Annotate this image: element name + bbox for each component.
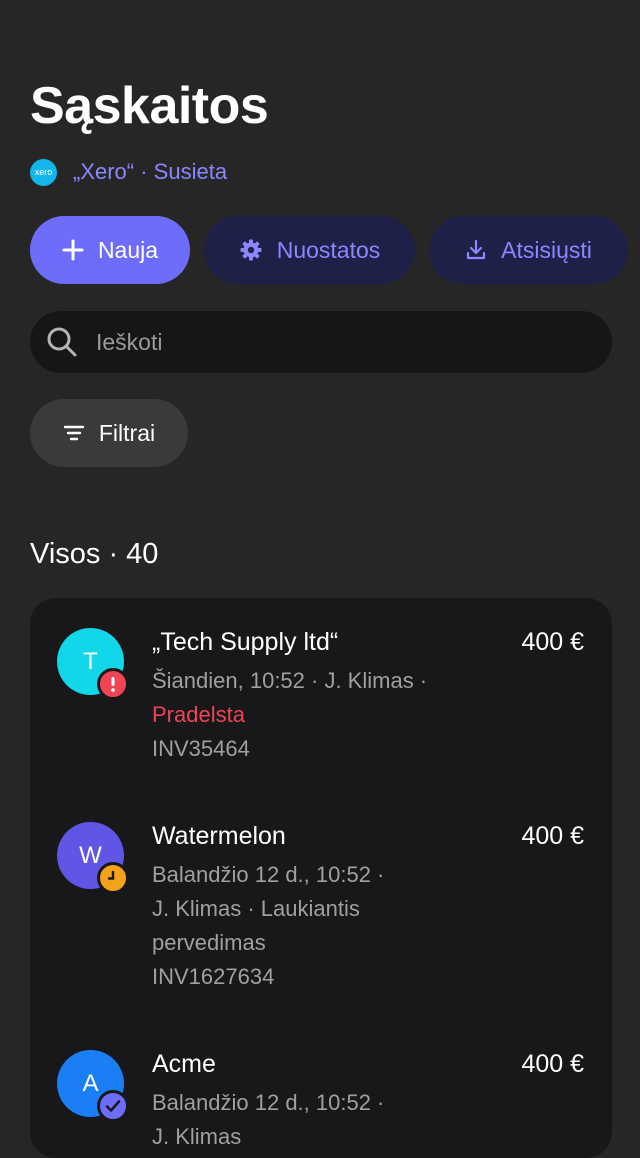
invoice-list: T „Tech Supply ltd“ 400 € Šiandien, 10:5… bbox=[30, 598, 612, 1158]
invoice-meta: Šiandien, 10:52 · J. Klimas · Pradelsta … bbox=[152, 664, 472, 766]
invoice-row[interactable]: A Acme 400 € Balandžio 12 d., 10:52 · J.… bbox=[30, 1022, 612, 1158]
clock-icon bbox=[97, 862, 129, 894]
invoice-amount: 400 € bbox=[521, 1050, 584, 1078]
integration-status-text: „Xero“ · Susieta bbox=[73, 159, 228, 184]
settings-label: Nuostatos bbox=[276, 236, 381, 263]
avatar: T bbox=[57, 628, 129, 700]
gear-icon bbox=[240, 239, 262, 261]
search-icon bbox=[47, 327, 77, 357]
list-heading: Visos · 40 bbox=[30, 538, 159, 570]
invoice-date: Balandžio 12 d., 10:52 · bbox=[152, 862, 385, 887]
invoice-owner-status: J. Klimas · Laukiantis bbox=[152, 896, 360, 921]
invoice-status-cont: pervedimas bbox=[152, 930, 266, 955]
invoice-date-owner: Šiandien, 10:52 · J. Klimas · bbox=[152, 668, 428, 693]
invoice-date: Balandžio 12 d., 10:52 · bbox=[152, 1090, 385, 1115]
vendor-name: Watermelon bbox=[152, 822, 286, 850]
new-invoice-button[interactable]: Nauja bbox=[30, 216, 190, 284]
action-bar: Nauja Nuostatos Atsisiųsti bbox=[30, 216, 628, 284]
filter-icon bbox=[63, 425, 85, 441]
avatar-initial: W bbox=[79, 841, 102, 869]
download-icon bbox=[467, 239, 486, 260]
alert-icon bbox=[97, 668, 129, 700]
download-button[interactable]: Atsisiųsti bbox=[429, 216, 628, 284]
invoice-owner: J. Klimas bbox=[152, 1124, 242, 1149]
search-input[interactable] bbox=[94, 327, 612, 357]
check-icon bbox=[97, 1090, 129, 1122]
search-bar[interactable] bbox=[30, 311, 612, 373]
plus-icon bbox=[62, 239, 84, 261]
xero-integration-status[interactable]: xero „Xero“ · Susieta bbox=[30, 158, 227, 186]
invoice-row[interactable]: W Watermelon 400 € Balandžio 12 d., 10:5… bbox=[30, 794, 612, 1022]
avatar-initial: T bbox=[83, 647, 98, 675]
vendor-name: Acme bbox=[152, 1050, 216, 1078]
avatar-initial: A bbox=[82, 1069, 99, 1097]
filters-button[interactable]: Filtrai bbox=[30, 399, 188, 467]
settings-button[interactable]: Nuostatos bbox=[204, 216, 415, 284]
page-title: Sąskaitos bbox=[30, 77, 269, 135]
avatar: W bbox=[57, 822, 129, 894]
download-label: Atsisiųsti bbox=[501, 236, 592, 263]
invoice-row[interactable]: T „Tech Supply ltd“ 400 € Šiandien, 10:5… bbox=[30, 598, 612, 788]
invoice-number: INV35464 bbox=[152, 736, 250, 761]
filters-label: Filtrai bbox=[98, 419, 156, 446]
invoice-amount: 400 € bbox=[521, 822, 584, 850]
invoice-number: INV1627634 bbox=[152, 964, 275, 989]
invoice-amount: 400 € bbox=[521, 628, 584, 656]
status-badge: Pradelsta bbox=[152, 702, 245, 727]
invoice-meta: Balandžio 12 d., 10:52 · J. Klimas · Lau… bbox=[152, 858, 472, 994]
new-invoice-label: Nauja bbox=[97, 236, 159, 263]
vendor-name: „Tech Supply ltd“ bbox=[152, 628, 339, 656]
avatar: A bbox=[57, 1050, 129, 1122]
xero-logo: xero bbox=[30, 158, 57, 186]
invoice-meta: Balandžio 12 d., 10:52 · J. Klimas bbox=[152, 1086, 472, 1154]
